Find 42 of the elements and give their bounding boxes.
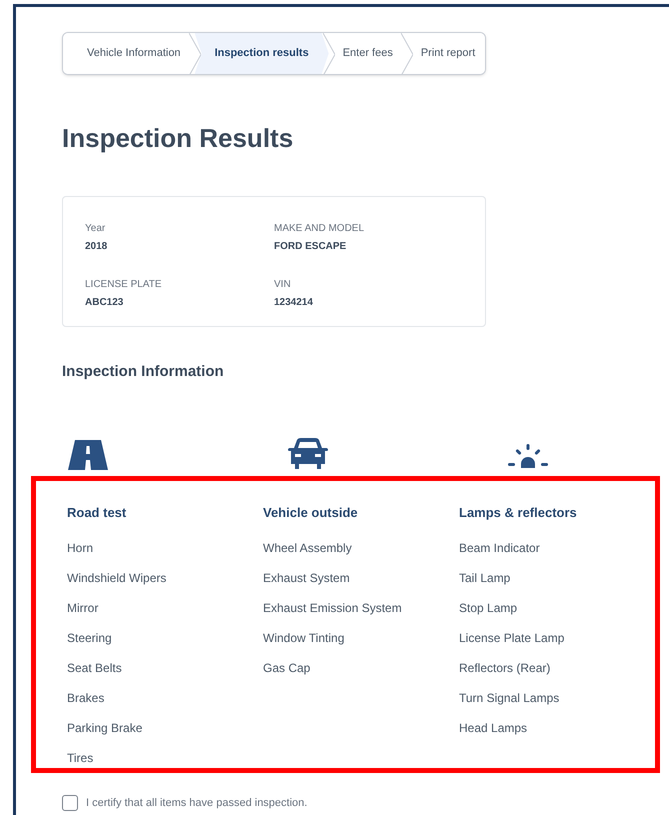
field-label: MAKE AND MODEL — [274, 222, 366, 236]
inspection-item: Exhaust System — [263, 570, 351, 587]
certify-label: I certify that all items have passed inspection. — [86, 796, 308, 810]
inspection-item: Seat Belts — [67, 660, 123, 677]
category-title: Road test — [67, 504, 128, 522]
category-title: Vehicle outside — [263, 504, 359, 522]
inspection-item: Gas Cap — [263, 660, 312, 677]
lamp-icon — [508, 444, 548, 470]
step-tab[interactable]: Inspection results — [194, 33, 329, 74]
step-tab[interactable]: Vehicle Information — [63, 33, 195, 74]
field-label: Year — [85, 222, 106, 236]
inspection-item: License Plate Lamp — [459, 630, 566, 647]
page-title: Inspection Results — [62, 122, 294, 155]
inspection-item: Tail Lamp — [459, 570, 512, 587]
step-tab[interactable]: Enter fees — [328, 33, 407, 74]
inspection-item: Head Lamps — [459, 720, 528, 737]
inspection-item: Turn Signal Lamps — [459, 690, 560, 707]
certify-checkbox[interactable] — [62, 794, 78, 811]
inspection-item: Steering — [67, 630, 113, 647]
inspection-item: Reflectors (Rear) — [459, 660, 552, 677]
field-value: FORD ESCAPE — [274, 240, 348, 254]
inspection-item: Tires — [67, 750, 94, 767]
inspection-item: Horn — [67, 540, 94, 557]
field-label: LICENSE PLATE — [85, 278, 163, 292]
inspection-item: Windshield Wipers — [67, 570, 168, 587]
car-icon — [288, 438, 328, 470]
field-value: 2018 — [85, 240, 108, 254]
section-title: Inspection Information — [62, 362, 225, 382]
inspection-item: Stop Lamp — [459, 600, 518, 617]
inspection-item: Parking Brake — [67, 720, 144, 737]
inspection-item: Beam Indicator — [459, 540, 541, 557]
inspection-item: Brakes — [67, 690, 106, 707]
category-title: Lamps & reflectors — [459, 504, 578, 522]
field-label: VIN — [274, 278, 292, 292]
road-icon — [68, 440, 108, 470]
field-value: 1234214 — [274, 296, 314, 310]
inspection-item: Mirror — [67, 600, 100, 617]
inspection-item: Wheel Assembly — [263, 540, 353, 557]
step-tab[interactable]: Print report — [406, 33, 485, 74]
field-value: ABC123 — [85, 296, 124, 310]
inspection-item: Window Tinting — [263, 630, 346, 647]
inspection-item: Exhaust Emission System — [263, 600, 403, 617]
